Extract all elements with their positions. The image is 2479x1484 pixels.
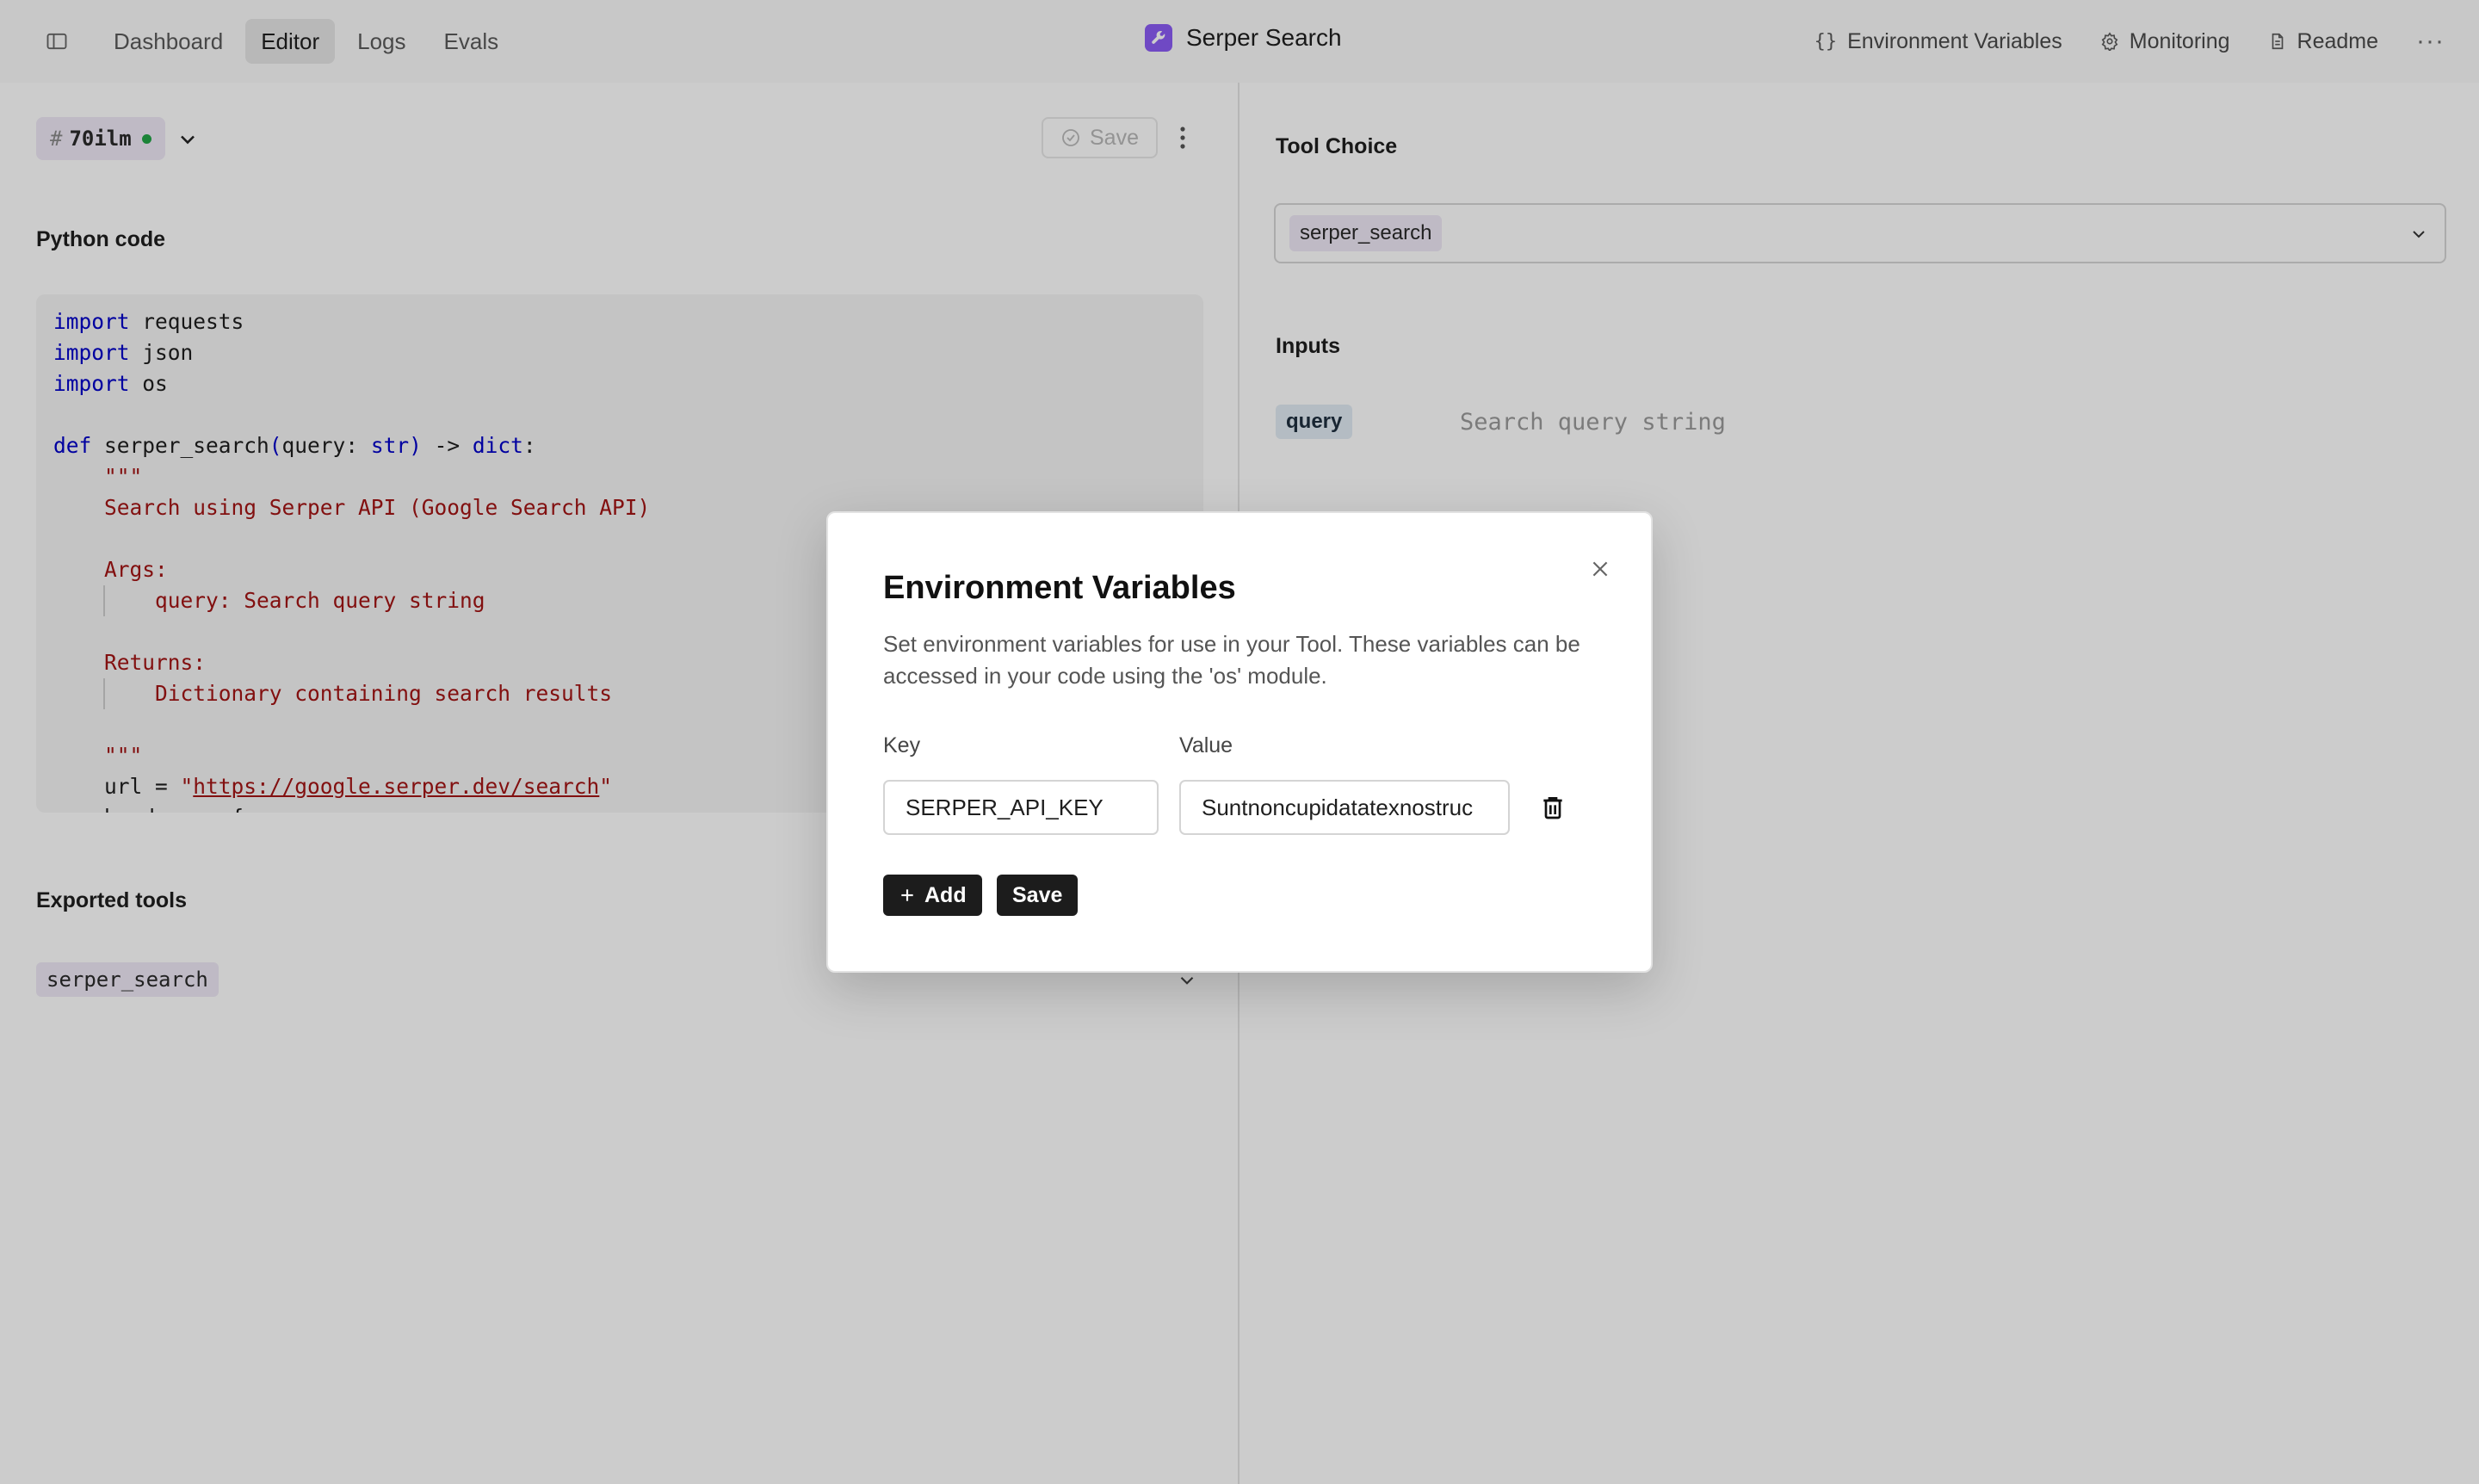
env-key-input[interactable] [883, 780, 1159, 835]
add-variable-button[interactable]: Add [883, 875, 982, 916]
add-label: Add [924, 882, 967, 907]
dialog-title: Environment Variables [883, 570, 1236, 606]
value-label: Value [1179, 733, 1233, 757]
close-icon[interactable] [1589, 558, 1611, 580]
env-value-input[interactable] [1179, 780, 1510, 835]
dialog-description: Set environment variables for use in you… [883, 631, 1580, 689]
env-vars-dialog: Environment Variables Set environment va… [826, 511, 1653, 973]
key-label: Key [883, 733, 921, 757]
plus-icon [901, 889, 913, 901]
trash-icon[interactable] [1539, 794, 1567, 821]
save-label: Save [1012, 882, 1063, 907]
app-root: Dashboard Editor Logs Evals Serper Searc… [0, 0, 2479, 1484]
save-variables-button[interactable]: Save [997, 875, 1079, 916]
